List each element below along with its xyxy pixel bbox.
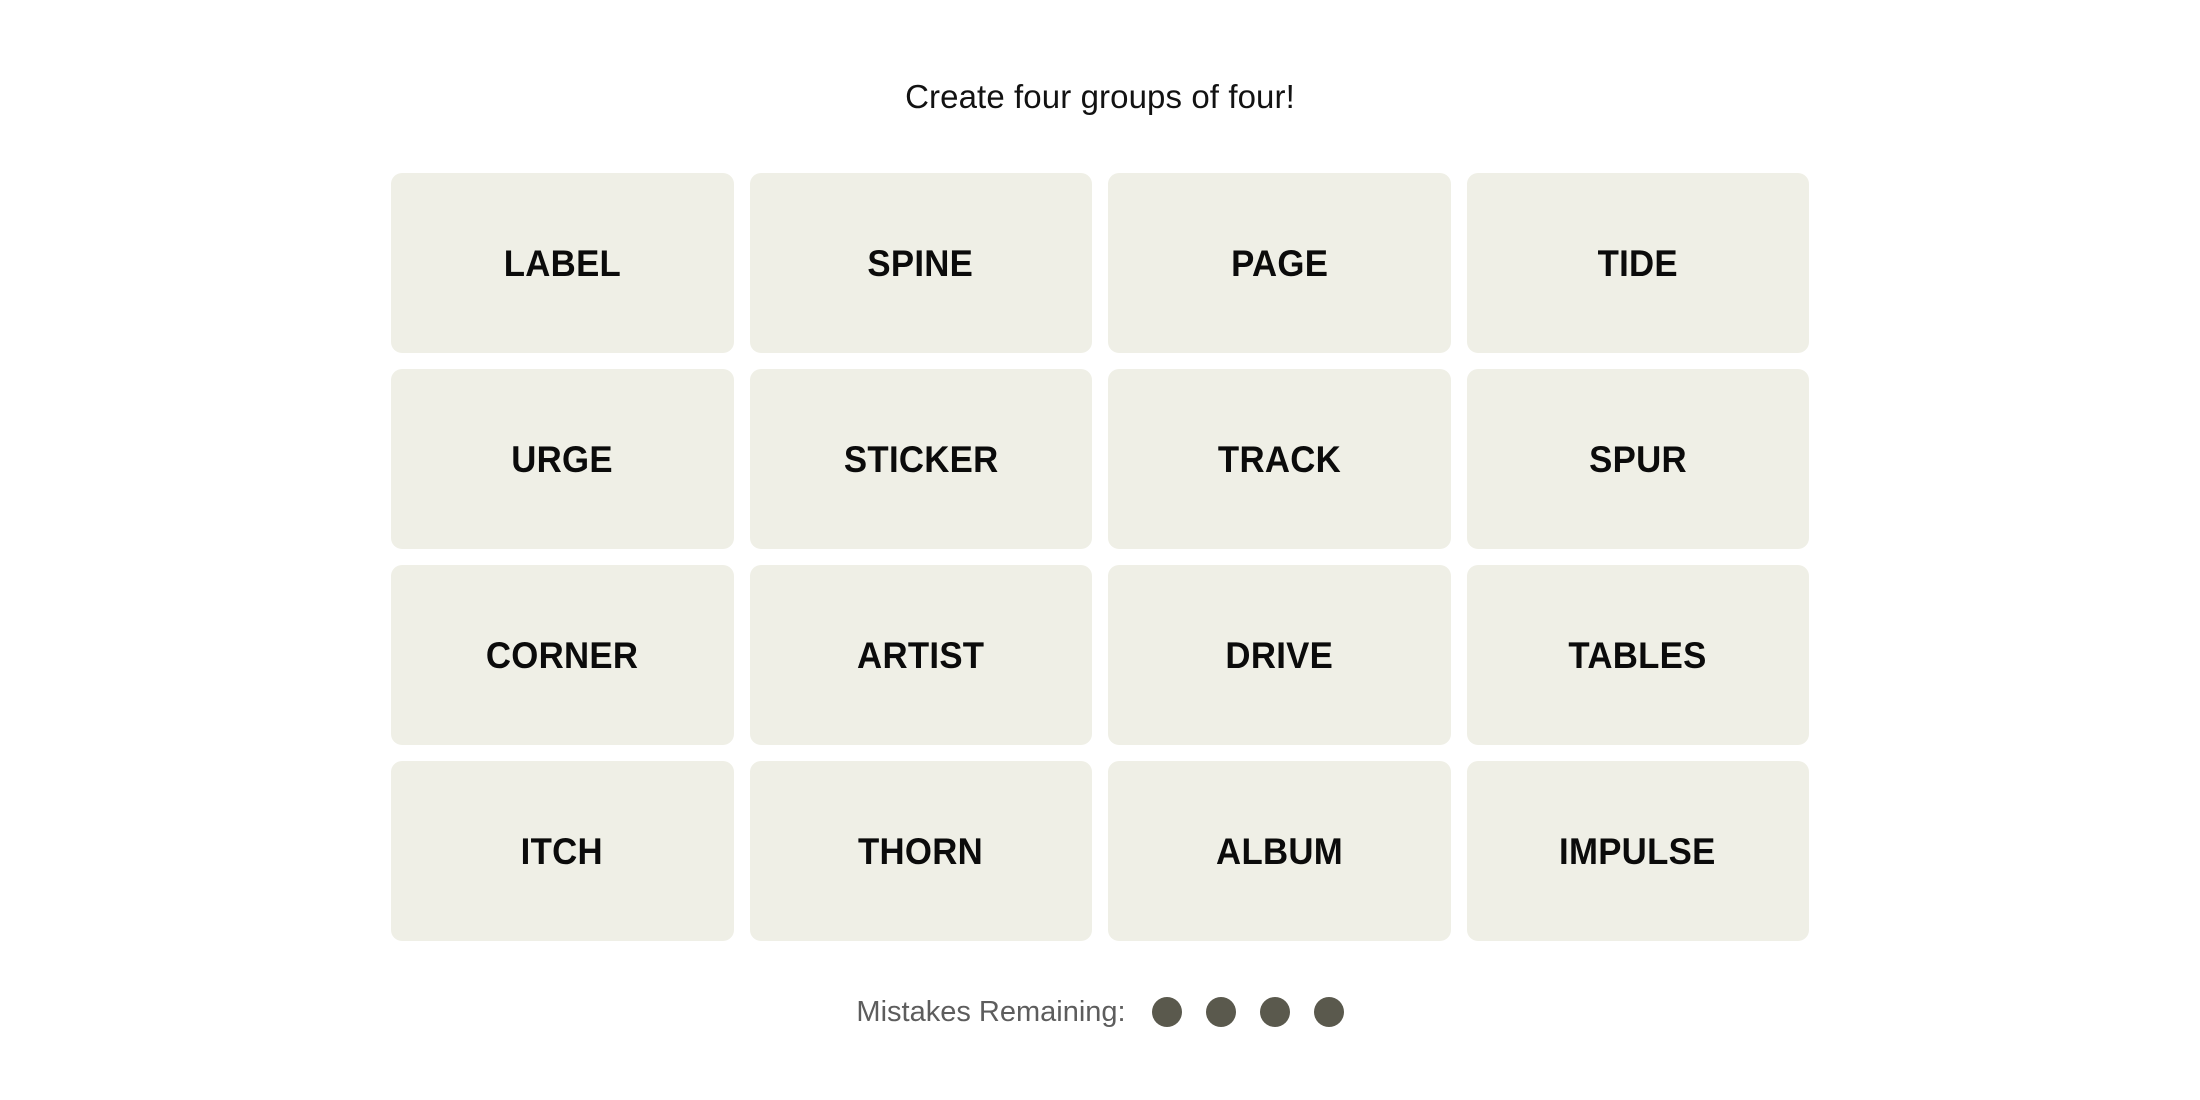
page-title: Create four groups of four! <box>905 78 1295 115</box>
word-tile-label: ARTIST <box>857 634 985 676</box>
word-tile-label: URGE <box>511 438 614 480</box>
mistake-dot <box>1259 997 1290 1027</box>
word-tile[interactable]: ALBUM <box>1108 761 1451 941</box>
mistake-dot <box>1313 997 1344 1027</box>
word-tile[interactable]: THORN <box>749 761 1092 941</box>
word-tile-label: TRACK <box>1217 438 1341 480</box>
word-tile[interactable]: CORNER <box>391 565 734 745</box>
word-tile[interactable]: LABEL <box>391 173 734 353</box>
word-tile-label: THORN <box>858 830 984 872</box>
mistake-dot <box>1205 997 1236 1027</box>
word-tile-label: TIDE <box>1597 242 1678 284</box>
word-tile-label: ITCH <box>521 830 604 872</box>
mistakes-remaining-label: Mistakes Remaining: <box>856 995 1126 1028</box>
word-tile[interactable]: TIDE <box>1466 173 1809 353</box>
word-tile[interactable]: IMPULSE <box>1466 761 1809 941</box>
word-tile[interactable]: SPINE <box>749 173 1092 353</box>
word-tile-label: PAGE <box>1230 242 1328 284</box>
mistake-dot <box>1151 997 1182 1027</box>
word-tile-label: LABEL <box>503 242 621 284</box>
word-tile-label: IMPULSE <box>1559 830 1717 872</box>
word-tile-label: CORNER <box>486 634 639 676</box>
word-tile[interactable]: SPUR <box>1466 369 1809 549</box>
word-tile-label: SPUR <box>1588 438 1687 480</box>
word-tile-label: ALBUM <box>1215 830 1343 872</box>
word-tile[interactable]: TRACK <box>1108 369 1451 549</box>
word-tile[interactable]: STICKER <box>749 369 1092 549</box>
mistakes-dot-group <box>1151 997 1344 1027</box>
word-tile-label: TABLES <box>1568 634 1707 676</box>
word-tile-label: SPINE <box>867 242 974 284</box>
word-tile[interactable]: DRIVE <box>1108 565 1451 745</box>
word-tile[interactable]: PAGE <box>1108 173 1451 353</box>
word-grid: LABEL SPINE PAGE TIDE URGE STICKER TRACK… <box>391 173 1809 941</box>
word-tile-label: DRIVE <box>1225 634 1334 676</box>
word-tile[interactable]: TABLES <box>1466 565 1809 745</box>
mistakes-remaining: Mistakes Remaining: <box>856 995 1344 1028</box>
word-tile[interactable]: ITCH <box>391 761 734 941</box>
word-tile-label: STICKER <box>843 438 999 480</box>
word-tile[interactable]: URGE <box>391 369 734 549</box>
word-tile[interactable]: ARTIST <box>749 565 1092 745</box>
connections-game: Create four groups of four! LABEL SPINE … <box>0 0 2200 1100</box>
